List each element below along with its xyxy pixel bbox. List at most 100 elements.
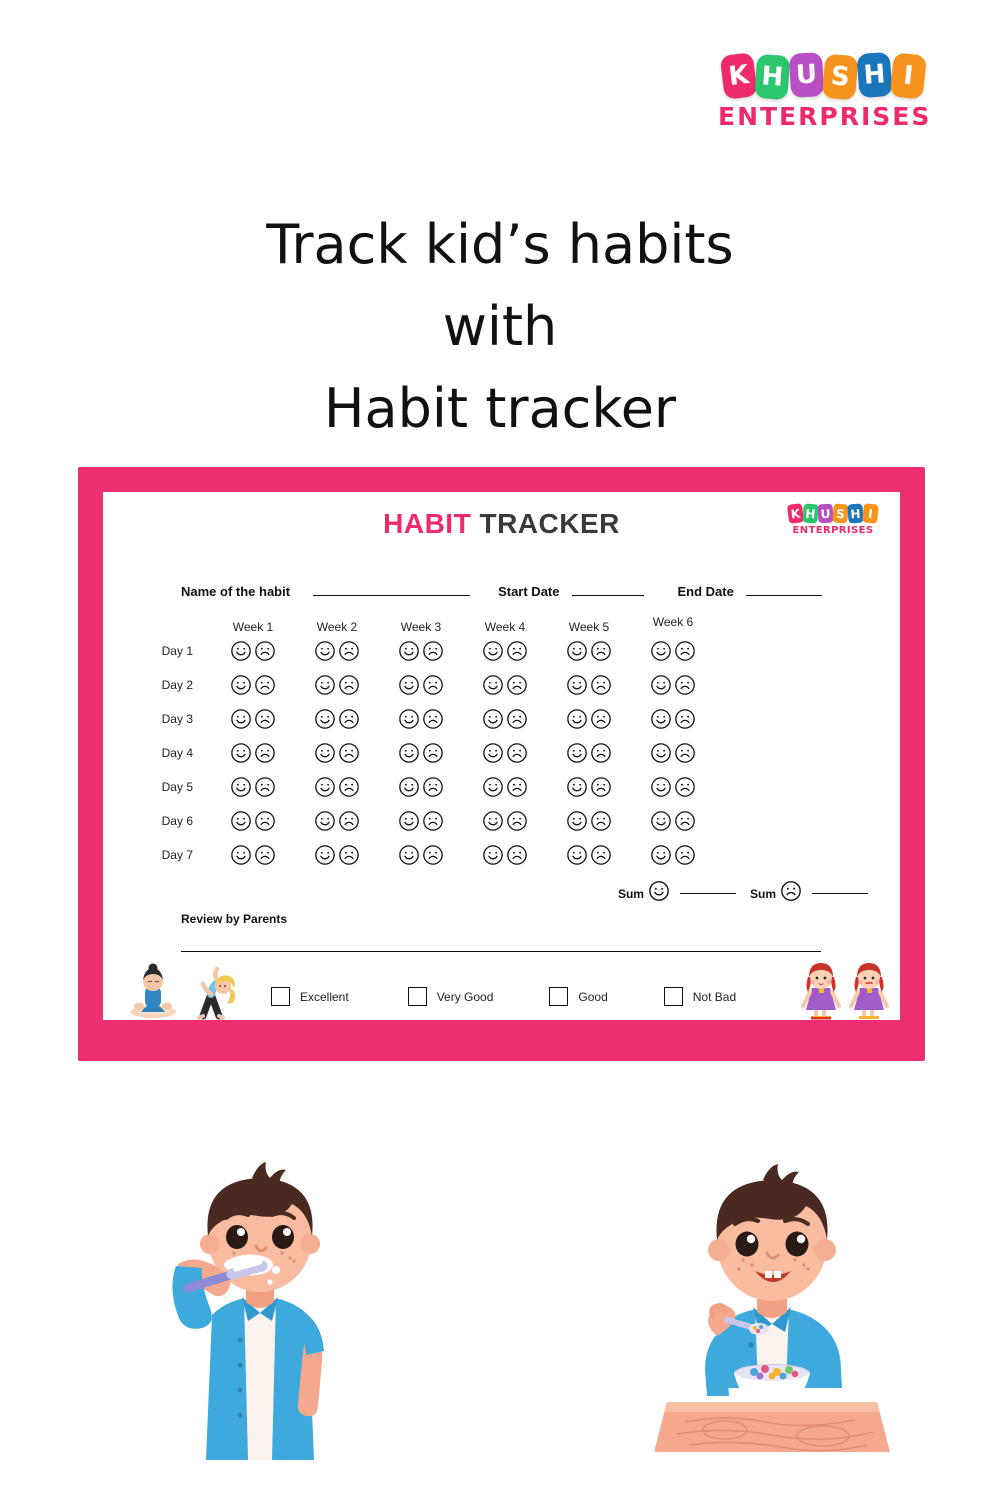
happy-face-icon[interactable] xyxy=(230,640,252,662)
sad-face-icon[interactable] xyxy=(506,810,528,832)
happy-face-icon[interactable] xyxy=(566,844,588,866)
happy-face-icon[interactable] xyxy=(482,742,504,764)
sad-face-icon[interactable] xyxy=(674,776,696,798)
rating-option-very-good[interactable]: Very Good xyxy=(407,987,493,1006)
happy-face-icon[interactable] xyxy=(482,776,504,798)
sad-face-icon[interactable] xyxy=(506,708,528,730)
sad-face-icon[interactable] xyxy=(422,742,444,764)
checkbox[interactable] xyxy=(663,987,683,1006)
sad-face-icon[interactable] xyxy=(338,810,360,832)
happy-face-icon[interactable] xyxy=(650,810,672,832)
happy-face-icon[interactable] xyxy=(566,776,588,798)
happy-face-icon[interactable] xyxy=(650,776,672,798)
happy-face-icon[interactable] xyxy=(230,810,252,832)
happy-face-icon[interactable] xyxy=(482,640,504,662)
happy-face-icon[interactable] xyxy=(314,776,336,798)
sad-face-icon[interactable] xyxy=(338,844,360,866)
sad-face-icon[interactable] xyxy=(254,640,276,662)
happy-face-icon[interactable] xyxy=(398,776,420,798)
happy-face-icon[interactable] xyxy=(230,742,252,764)
sad-face-icon[interactable] xyxy=(590,674,612,696)
sad-face-icon[interactable] xyxy=(590,844,612,866)
day-label: Day 3 xyxy=(161,712,193,726)
happy-face-icon[interactable] xyxy=(650,674,672,696)
sad-face-icon[interactable] xyxy=(254,674,276,696)
happy-face-icon[interactable] xyxy=(314,742,336,764)
happy-face-icon[interactable] xyxy=(314,708,336,730)
happy-face-icon[interactable] xyxy=(230,708,252,730)
happy-face-icon[interactable] xyxy=(482,674,504,696)
happy-face-icon[interactable] xyxy=(230,776,252,798)
happy-face-icon[interactable] xyxy=(314,844,336,866)
sad-face-icon[interactable] xyxy=(254,742,276,764)
sad-face-icon[interactable] xyxy=(506,844,528,866)
start-date-input[interactable] xyxy=(571,595,644,596)
rating-option-good[interactable]: Good xyxy=(549,987,608,1006)
sad-face-icon[interactable] xyxy=(590,742,612,764)
sad-face-icon[interactable] xyxy=(254,776,276,798)
sad-face-icon[interactable] xyxy=(674,810,696,832)
sad-face-icon[interactable] xyxy=(674,844,696,866)
sad-face-icon[interactable] xyxy=(674,742,696,764)
sad-face-icon[interactable] xyxy=(506,776,528,798)
sad-face-icon[interactable] xyxy=(422,640,444,662)
happy-face-icon[interactable] xyxy=(314,810,336,832)
happy-face-icon[interactable] xyxy=(230,844,252,866)
checkbox[interactable] xyxy=(407,987,427,1006)
checkbox[interactable] xyxy=(549,987,569,1006)
happy-face-icon[interactable] xyxy=(566,674,588,696)
review-input[interactable] xyxy=(181,951,821,952)
sad-face-icon[interactable] xyxy=(422,810,444,832)
happy-face-icon[interactable] xyxy=(650,844,672,866)
happy-face-icon[interactable] xyxy=(398,708,420,730)
rating-option-excellent[interactable]: Excellent xyxy=(271,987,349,1006)
sad-face-icon[interactable] xyxy=(338,708,360,730)
sum-happy-input[interactable] xyxy=(679,893,736,894)
happy-face-icon[interactable] xyxy=(566,640,588,662)
happy-face-icon[interactable] xyxy=(398,674,420,696)
sad-face-icon[interactable] xyxy=(506,674,528,696)
happy-face-icon[interactable] xyxy=(398,640,420,662)
checkbox[interactable] xyxy=(271,987,290,1006)
happy-face-icon[interactable] xyxy=(398,844,420,866)
sad-face-icon[interactable] xyxy=(338,640,360,662)
happy-face-icon[interactable] xyxy=(482,810,504,832)
rating-option-not-bad[interactable]: Not Bad xyxy=(663,987,736,1006)
happy-face-icon[interactable] xyxy=(314,674,336,696)
sad-face-icon[interactable] xyxy=(422,776,444,798)
sad-face-icon[interactable] xyxy=(674,674,696,696)
sad-face-icon[interactable] xyxy=(338,742,360,764)
happy-face-icon[interactable] xyxy=(482,708,504,730)
sad-face-icon[interactable] xyxy=(506,742,528,764)
sad-face-icon[interactable] xyxy=(674,640,696,662)
happy-face-icon[interactable] xyxy=(650,640,672,662)
sad-face-icon[interactable] xyxy=(590,708,612,730)
sad-face-icon[interactable] xyxy=(254,810,276,832)
sad-face-icon[interactable] xyxy=(590,810,612,832)
happy-face-icon[interactable] xyxy=(398,810,420,832)
sad-face-icon[interactable] xyxy=(422,674,444,696)
sad-face-icon[interactable] xyxy=(338,776,360,798)
sum-sad-input[interactable] xyxy=(812,893,868,894)
end-date-input[interactable] xyxy=(745,595,822,596)
happy-face-icon[interactable] xyxy=(566,742,588,764)
sad-face-icon[interactable] xyxy=(422,708,444,730)
happy-face-icon[interactable] xyxy=(314,640,336,662)
tracker-cell xyxy=(211,776,295,798)
sad-face-icon[interactable] xyxy=(422,844,444,866)
sad-face-icon[interactable] xyxy=(254,844,276,866)
sad-face-icon[interactable] xyxy=(338,674,360,696)
happy-face-icon[interactable] xyxy=(482,844,504,866)
happy-face-icon[interactable] xyxy=(230,674,252,696)
sad-face-icon[interactable] xyxy=(590,776,612,798)
happy-face-icon[interactable] xyxy=(650,708,672,730)
sad-face-icon[interactable] xyxy=(674,708,696,730)
happy-face-icon[interactable] xyxy=(566,708,588,730)
happy-face-icon[interactable] xyxy=(566,810,588,832)
sad-face-icon[interactable] xyxy=(254,708,276,730)
sad-face-icon[interactable] xyxy=(590,640,612,662)
happy-face-icon[interactable] xyxy=(650,742,672,764)
habit-name-input[interactable] xyxy=(313,595,471,596)
happy-face-icon[interactable] xyxy=(398,742,420,764)
sad-face-icon[interactable] xyxy=(506,640,528,662)
